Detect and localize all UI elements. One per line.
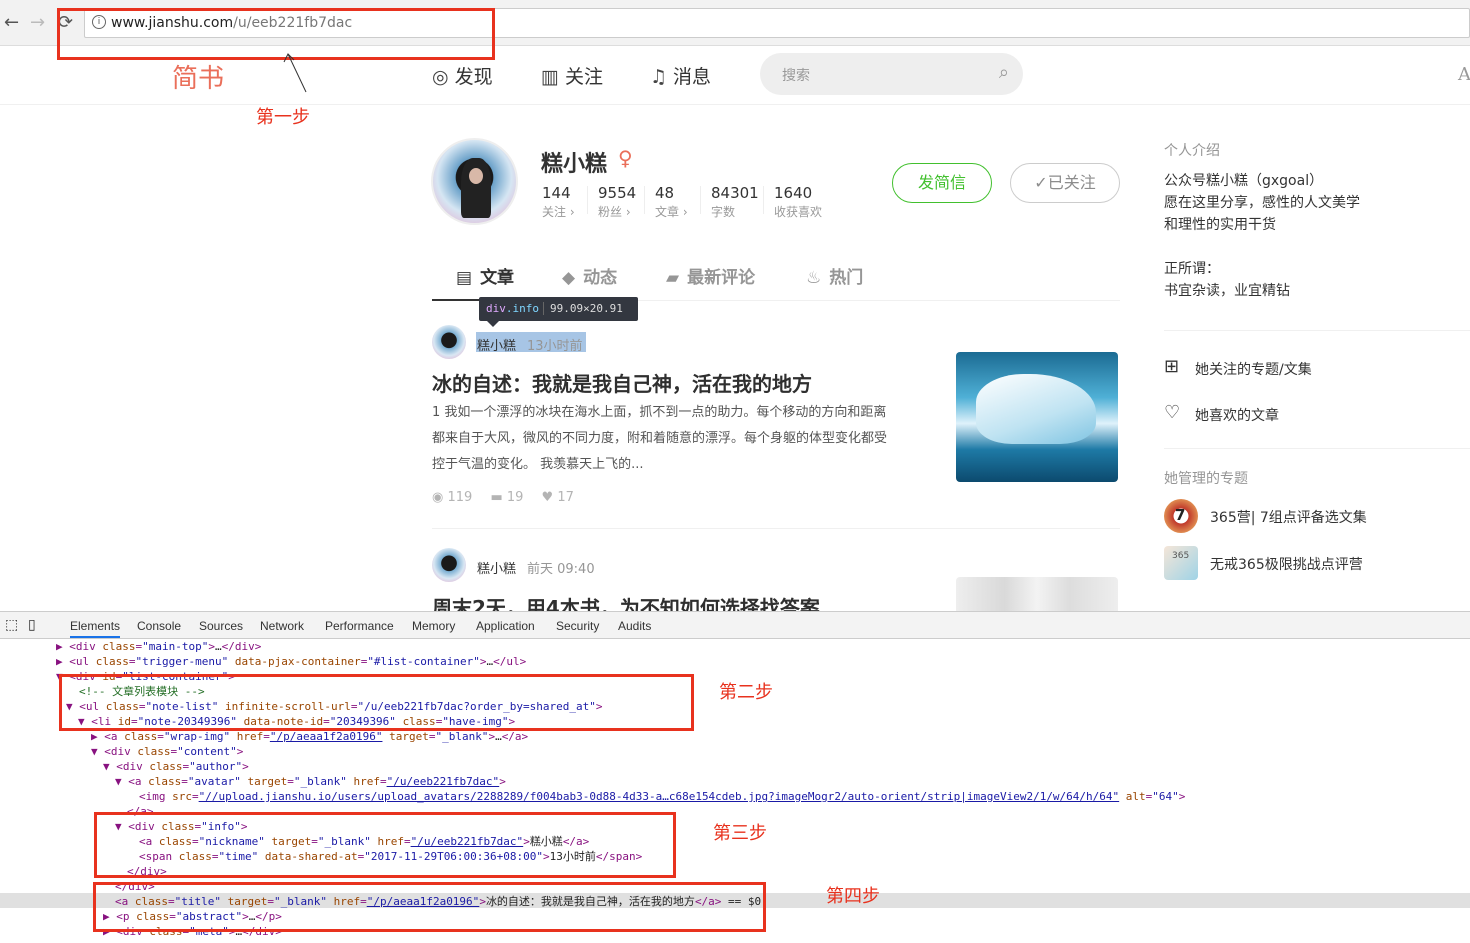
dom-node[interactable]: ▶ <a class="wrap-img" href="/p/aeaa1f2a0… — [91, 729, 528, 744]
link-liked-articles[interactable]: 她喜欢的文章 — [1195, 405, 1279, 425]
annotation-box-step1 — [57, 8, 495, 60]
link-followed-collections[interactable]: 她关注的专题/文集 — [1195, 359, 1312, 379]
female-icon: ♀ — [618, 146, 633, 170]
grid-icon: ⊞ — [1164, 356, 1180, 377]
annotation-arrow — [283, 53, 307, 93]
nav-divider — [0, 104, 1470, 105]
devtools-tab-sources[interactable]: Sources — [199, 619, 243, 633]
stat-likes: 1640 收获喜欢 — [774, 184, 823, 219]
author-avatar[interactable] — [432, 325, 466, 359]
profile-avatar[interactable] — [431, 138, 518, 225]
annotation-step3: 第三步 — [713, 823, 767, 844]
inspect-tooltip: div.info 99.09×20.91 — [479, 297, 638, 321]
comments-count[interactable]: ▬ 19 — [490, 490, 523, 505]
article-meta-counts: ◉ 119 ▬ 19 ♥ 17 — [432, 490, 588, 505]
dom-node[interactable]: ▼ <a class="avatar" target="_blank" href… — [115, 774, 506, 789]
fire-icon: ♨ — [806, 268, 822, 288]
search-icon[interactable]: ⌕ — [999, 62, 1009, 83]
article-time: 前天 09:40 — [527, 562, 595, 577]
compass-icon: ◎ — [432, 66, 449, 88]
article-title[interactable]: 冰的自述：我就是我自己神，活在我的地方 — [432, 368, 812, 397]
collection-link[interactable]: 365营| 7组点评备选文集 — [1210, 507, 1367, 527]
tab-hot[interactable]: ♨ 热门 — [806, 263, 863, 288]
inspect-icon[interactable]: ⬚ — [5, 616, 18, 633]
activity-icon: ◆ — [562, 268, 576, 288]
likes-count: ♥ 17 — [541, 490, 574, 505]
heart-icon: ♡ — [1164, 402, 1181, 423]
font-setting-button[interactable]: A — [1458, 64, 1470, 85]
nav-follow[interactable]: ▥ 关注 — [541, 62, 603, 89]
stat-articles[interactable]: 48 文章 › — [655, 184, 688, 220]
annotation-box-step4 — [93, 882, 766, 932]
motto-text: 正所谓： 书宜杂读，业宜精钻 — [1164, 261, 1290, 299]
search-box[interactable]: 搜索 ⌕ — [760, 53, 1023, 95]
author-avatar[interactable] — [432, 548, 466, 582]
nav-discover[interactable]: ◎ 发现 — [432, 62, 493, 89]
collection-logo[interactable]: 365 — [1164, 546, 1198, 580]
stat-following[interactable]: 144 关注 › — [542, 184, 575, 220]
stat-words: 84301 字数 — [711, 184, 759, 219]
annotation-box-step2 — [59, 674, 694, 731]
annotation-step1: 第一步 — [256, 107, 310, 128]
devtools-tab-memory[interactable]: Memory — [412, 619, 455, 633]
devtools-tab-console[interactable]: Console — [137, 619, 181, 633]
comment-icon: ▰ — [666, 268, 680, 288]
tab-activity[interactable]: ◆ 动态 — [562, 263, 617, 288]
devtools-tab-network[interactable]: Network — [260, 619, 304, 633]
forward-button[interactable]: → — [30, 12, 45, 33]
devtools-tab-elements[interactable]: Elements — [70, 619, 121, 638]
nav-messages[interactable]: ♫ 消息 — [650, 62, 711, 89]
followed-button[interactable]: ✓已关注 — [1010, 163, 1120, 203]
dom-node[interactable]: <img src="//upload.jianshu.io/users/uplo… — [139, 789, 1185, 804]
dom-node[interactable]: ▼ <div class="author"> — [103, 759, 249, 774]
search-input[interactable]: 搜索 — [782, 65, 810, 85]
devtools-tab-security[interactable]: Security — [556, 619, 599, 633]
stat-followers[interactable]: 9554 粉丝 › — [598, 184, 636, 220]
dom-node[interactable]: ▶ <ul class="trigger-menu" data-pjax-con… — [56, 654, 526, 669]
author-nickname[interactable]: 糕小糕 — [477, 335, 516, 354]
collection-link[interactable]: 无戒365极限挑战点评营 — [1210, 554, 1363, 574]
dom-node[interactable]: ▼ <div class="content"> — [91, 744, 243, 759]
article-icon: ▤ — [456, 268, 473, 288]
annotation-logo-note: 简书 — [172, 64, 225, 94]
article-thumbnail[interactable] — [956, 577, 1118, 611]
views-count: ◉ 119 — [432, 490, 473, 505]
article-thumbnail[interactable] — [956, 352, 1118, 482]
author-nickname[interactable]: 糕小糕 — [477, 558, 516, 577]
back-button[interactable]: ← — [4, 12, 19, 33]
send-message-button[interactable]: 发简信 — [892, 163, 992, 203]
dom-node[interactable]: ▶ <div class="main-top">…</div> — [56, 639, 261, 654]
profile-name[interactable]: 糕小糕 — [541, 146, 607, 178]
devtools-tab-application[interactable]: Application — [476, 619, 535, 633]
article-time: 13小时前 — [527, 339, 583, 354]
article-divider — [432, 528, 1120, 529]
annotation-step4: 第四步 — [826, 886, 880, 907]
collection-logo[interactable]: 7 — [1164, 499, 1198, 533]
managed-title: 她管理的专题 — [1164, 471, 1248, 487]
tab-articles[interactable]: ▤ 文章 — [456, 263, 514, 288]
devtools-tab-audits[interactable]: Audits — [618, 619, 651, 633]
bell-icon: ♫ — [650, 66, 668, 88]
annotation-step2: 第二步 — [719, 682, 773, 703]
article-abstract: 1 我如一个漂浮的冰块在海水上面，抓不到一点的助力。每个移动的方向和距离 都来自… — [432, 405, 888, 472]
intro-title: 个人介绍 — [1164, 143, 1220, 159]
annotation-box-step3 — [94, 812, 676, 878]
book-icon: ▥ — [541, 66, 559, 88]
devtools-tab-performance[interactable]: Performance — [325, 619, 394, 633]
device-toolbar-icon[interactable]: ▯ — [28, 616, 36, 633]
devtools-tabbar: ⬚ ▯ Elements Console Sources Network Per… — [0, 612, 1470, 639]
tab-latest-comments[interactable]: ▰ 最新评论 — [666, 263, 755, 288]
intro-text: 公众号糕小糕（gxgoal） 愿在这里分享，感性的人文美学 和理性的实用干货 — [1164, 173, 1360, 233]
